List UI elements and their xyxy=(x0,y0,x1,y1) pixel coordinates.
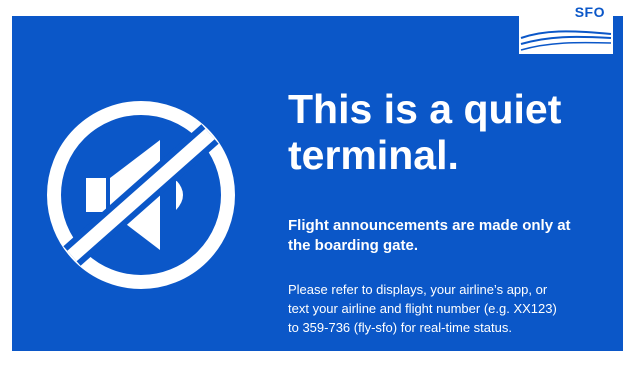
no-sound-icon xyxy=(47,101,235,289)
logo-text: SFO xyxy=(574,4,605,20)
sign-title: This is a quiet terminal. xyxy=(288,86,562,178)
sign-body: Please refer to displays, your airline’s… xyxy=(288,282,557,335)
wave-icon xyxy=(520,30,612,51)
sfo-logo: SFO xyxy=(519,0,613,54)
sign-subtitle: Flight announcements are made only at th… xyxy=(288,217,571,254)
